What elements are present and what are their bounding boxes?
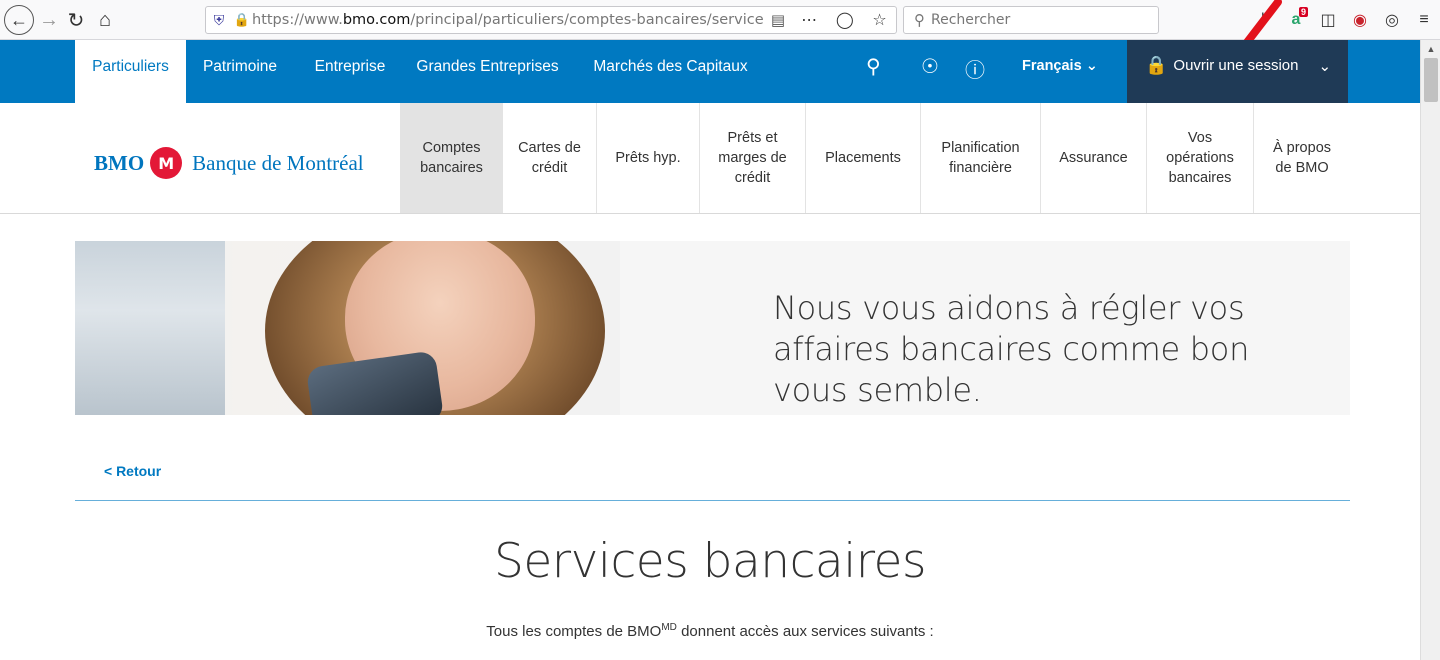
- search-icon[interactable]: ⚲: [866, 54, 881, 79]
- bmo-logo[interactable]: BMO M Banque de Montréal: [94, 147, 364, 179]
- chevron-down-icon: ⌄: [1085, 58, 1098, 74]
- subtitle-end: donnent accès aux services suivants :: [676, 623, 934, 640]
- page-subtitle: Tous les comptes de BMOMD donnent accès …: [0, 622, 1420, 640]
- logo-name: Banque de Montréal: [192, 150, 364, 175]
- language-label: Français: [1022, 58, 1082, 74]
- search-bar[interactable]: ⚲ Rechercher: [903, 6, 1159, 34]
- more-actions-icon[interactable]: ⋯: [801, 10, 817, 30]
- hero-banner: [75, 241, 1350, 415]
- lock-icon: 🔒: [1145, 55, 1168, 75]
- tab-grandes-entreprises[interactable]: Grandes Entreprises: [405, 40, 570, 103]
- url-domain: bmo.com: [342, 12, 411, 28]
- url-text[interactable]: https://www.bmo.com/principal/particulie…: [252, 12, 764, 28]
- nav-placements[interactable]: Placements: [806, 103, 921, 213]
- language-selector[interactable]: Français ⌄: [1022, 58, 1098, 74]
- nav-planification-financiere[interactable]: Planification financière: [921, 103, 1041, 213]
- tracking-shield-icon[interactable]: ⛨: [206, 12, 232, 29]
- reader-view-icon[interactable]: ▤: [764, 11, 792, 29]
- url-bar[interactable]: ⛨ 🔒 https://www.bmo.com/principal/partic…: [205, 6, 897, 34]
- url-path: /principal/particuliers/comptes-bancaire…: [410, 12, 764, 28]
- search-placeholder: Rechercher: [931, 12, 1011, 28]
- divider: [75, 500, 1350, 501]
- url-host: https://www.: [252, 12, 343, 28]
- subtitle-start: Tous les comptes de BMO: [486, 623, 662, 640]
- nav-a-propos[interactable]: À propos de BMO: [1254, 103, 1350, 213]
- scrollbar-thumb[interactable]: [1424, 58, 1438, 102]
- home-icon[interactable]: ⌂: [92, 6, 118, 34]
- help-icon[interactable]: ⓘ: [965, 54, 985, 83]
- top-navigation: Particuliers Patrimoine Entreprise Grand…: [0, 40, 1420, 103]
- nav-prets-hyp[interactable]: Prêts hyp.: [597, 103, 700, 213]
- padlock-icon[interactable]: 🔒: [232, 12, 252, 28]
- tab-particuliers[interactable]: Particuliers: [75, 40, 186, 103]
- tab-patrimoine[interactable]: Patrimoine: [190, 40, 290, 103]
- tab-entreprise[interactable]: Entreprise: [300, 40, 400, 103]
- logo-short: BMO: [94, 150, 145, 175]
- menu-icon[interactable]: ≡: [1408, 11, 1440, 29]
- search-icon: ⚲: [914, 11, 925, 29]
- scroll-up-icon[interactable]: ▲: [1421, 44, 1440, 54]
- back-icon[interactable]: ←: [4, 5, 34, 35]
- page-actions: ⋯ ◯ ☆: [792, 10, 896, 30]
- sign-in-button[interactable]: 🔒 Ouvrir une session ⌄: [1127, 40, 1348, 103]
- page-title: Services bancaires: [494, 534, 926, 589]
- forward-icon[interactable]: →: [38, 6, 60, 34]
- extension-badge-count: 9: [1298, 7, 1308, 17]
- hero-image: [75, 241, 620, 415]
- nav-comptes-bancaires[interactable]: Comptes bancaires: [400, 103, 503, 213]
- nav-vos-operations-bancaires[interactable]: Vos opérations bancaires: [1147, 103, 1254, 213]
- nav-assurance[interactable]: Assurance: [1041, 103, 1147, 213]
- main-navigation: BMO M Banque de Montréal Comptes bancair…: [0, 103, 1420, 214]
- bookmark-star-icon[interactable]: ☆: [872, 10, 886, 30]
- scrollbar[interactable]: ▲: [1420, 40, 1440, 660]
- bmo-roundel-icon: M: [150, 147, 183, 179]
- pocket-icon[interactable]: ◯: [836, 10, 854, 30]
- trademark-sup: MD: [661, 622, 677, 633]
- nav-cartes-de-credit[interactable]: Cartes de crédit: [503, 103, 597, 213]
- sidebar-icon[interactable]: ◫: [1312, 10, 1344, 30]
- location-icon[interactable]: ☉: [921, 54, 939, 79]
- sign-in-label: Ouvrir une session: [1173, 57, 1299, 74]
- tab-marches-des-capitaux[interactable]: Marchés des Capitaux: [578, 40, 763, 103]
- back-link[interactable]: < Retour: [104, 463, 161, 479]
- reload-icon[interactable]: ↻: [64, 6, 88, 34]
- nav-prets-et-marges[interactable]: Prêts et marges de crédit: [700, 103, 806, 213]
- account-icon[interactable]: ◎: [1376, 10, 1408, 30]
- pinterest-icon[interactable]: ◉: [1344, 10, 1376, 30]
- chevron-down-icon: ⌄: [1318, 58, 1332, 75]
